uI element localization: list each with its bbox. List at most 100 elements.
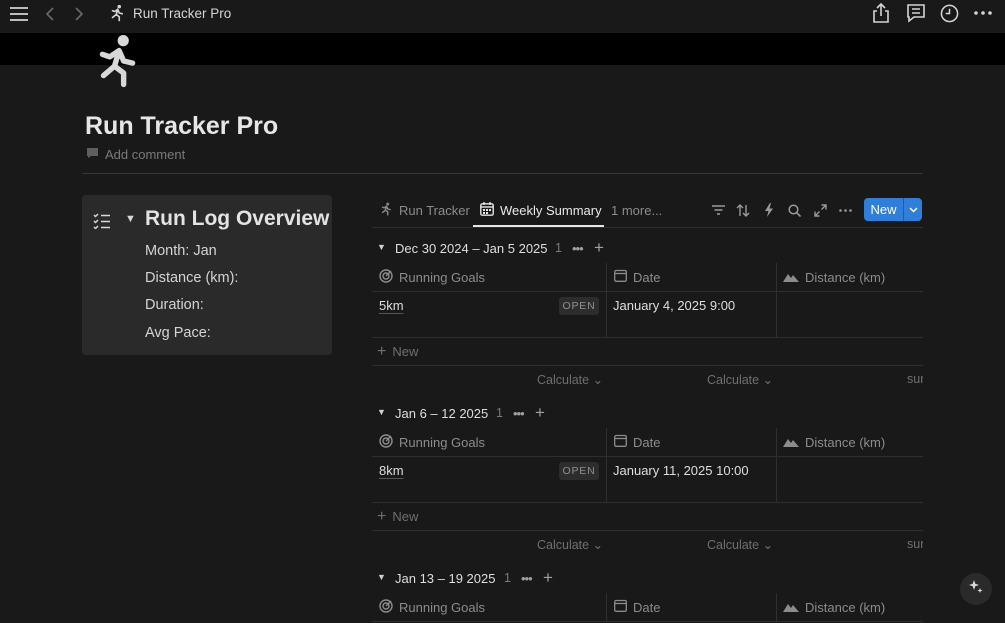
new-row-label: New (392, 344, 419, 359)
sum-label[interactable]: sur (907, 537, 923, 551)
sort-icon[interactable] (735, 202, 751, 218)
callout-title: Run Log Overview (145, 207, 330, 230)
column-distance[interactable]: Distance (km) (783, 428, 885, 456)
expand-icon[interactable] (812, 202, 828, 218)
column-distance[interactable]: Distance (km) (783, 263, 885, 291)
group-title[interactable]: Jan 6 – 12 2025 (395, 406, 488, 421)
view-options-icon[interactable] (837, 202, 853, 218)
group-more-icon[interactable]: ••• (521, 571, 533, 586)
table-row[interactable]: 8km OPEN January 11, 2025 10:00 (372, 457, 923, 503)
page-cover[interactable] (0, 33, 1005, 65)
mountain-icon (783, 435, 799, 450)
column-date[interactable]: Date (614, 428, 660, 456)
calculate-row: Calculate ⌄ Calculate ⌄ sur (372, 531, 923, 557)
back-icon[interactable] (43, 5, 57, 23)
group-more-icon[interactable]: ••• (513, 406, 525, 421)
active-tab-indicator (473, 225, 604, 227)
group-title[interactable]: Dec 30 2024 – Jan 5 2025 (395, 241, 548, 256)
column-running-goals[interactable]: Running Goals (379, 593, 485, 621)
table-header: Running Goals Date Distance (km) (372, 593, 923, 622)
calculate-date-button[interactable]: Calculate ⌄ (707, 537, 773, 552)
add-new-row[interactable]: + New (372, 503, 923, 531)
chevron-down-icon[interactable] (903, 198, 922, 221)
calculate-goal-button[interactable]: Calculate ⌄ (537, 537, 603, 552)
table-header: Running Goals Date Distance (km) (372, 428, 923, 457)
column-running-goals[interactable]: Running Goals (379, 428, 485, 456)
column-label: Date (633, 599, 661, 615)
calendar-icon (614, 599, 627, 615)
group-more-icon[interactable]: ••• (572, 241, 584, 256)
comment-icon (86, 147, 99, 162)
target-icon (379, 433, 393, 451)
toggle-caret-icon[interactable]: ▼ (125, 213, 136, 225)
calculate-date-button[interactable]: Calculate ⌄ (707, 372, 773, 387)
row-title[interactable]: 8km (379, 463, 404, 478)
calendar-icon (614, 269, 627, 285)
target-icon (379, 598, 393, 616)
row-title[interactable]: 5km (379, 298, 404, 313)
tab-run-tracker[interactable]: Run Tracker (379, 195, 470, 226)
tab-weekly-summary[interactable]: Weekly Summary (480, 195, 602, 226)
group-header: ▼ Jan 6 – 12 2025 1 ••• + (372, 403, 923, 424)
group-count: 1 (555, 241, 562, 255)
column-divider (776, 457, 777, 502)
sum-label[interactable]: sur (907, 372, 923, 386)
column-date[interactable]: Date (614, 263, 660, 291)
new-button-label[interactable]: New (864, 198, 903, 221)
table-row[interactable]: 5km OPEN January 4, 2025 9:00 (372, 292, 923, 338)
group-add-icon[interactable]: + (594, 238, 604, 258)
distance-line: Distance (km): (145, 270, 239, 286)
row-date[interactable]: January 11, 2025 10:00 (613, 463, 749, 478)
ai-assistant-button[interactable] (960, 573, 992, 605)
row-date[interactable]: January 4, 2025 9:00 (613, 298, 735, 313)
more-views-link[interactable]: 1 more... (611, 195, 662, 226)
add-new-row[interactable]: + New (372, 338, 923, 366)
plus-icon: + (377, 342, 387, 360)
mountain-icon (783, 600, 799, 615)
calculate-label: Calculate (707, 373, 760, 387)
column-divider (606, 428, 607, 456)
comments-icon[interactable] (905, 3, 927, 23)
filter-icon[interactable] (710, 202, 726, 218)
runner-icon (379, 202, 393, 219)
column-date[interactable]: Date (614, 593, 660, 621)
column-divider (606, 457, 607, 502)
group-header: ▼ Dec 30 2024 – Jan 5 2025 1 ••• + (372, 238, 923, 259)
calculate-goal-button[interactable]: Calculate ⌄ (537, 372, 603, 387)
group-title[interactable]: Jan 13 – 19 2025 (395, 571, 495, 586)
open-button[interactable]: OPEN (559, 462, 599, 480)
history-icon[interactable] (939, 3, 959, 23)
target-icon (379, 268, 393, 286)
group-caret-icon[interactable]: ▼ (377, 242, 386, 252)
menu-icon[interactable] (9, 5, 29, 23)
open-button[interactable]: OPEN (559, 297, 599, 315)
column-distance[interactable]: Distance (km) (783, 593, 885, 621)
group-add-icon[interactable]: + (543, 568, 553, 588)
page-runner-icon[interactable] (92, 34, 142, 93)
column-divider (776, 428, 777, 456)
run-log-callout: ▼ Run Log Overview Month: Jan Distance (… (82, 195, 332, 355)
group-caret-icon[interactable]: ▼ (377, 572, 386, 582)
new-row-label: New (392, 509, 419, 524)
add-comment-button[interactable]: Add comment (86, 147, 185, 162)
duration-line: Duration: (145, 297, 204, 313)
column-label: Date (633, 269, 661, 285)
column-divider (606, 263, 607, 291)
search-icon[interactable] (786, 202, 802, 218)
calculate-label: Calculate (537, 373, 590, 387)
calculate-label: Calculate (537, 538, 590, 552)
table-header: Running Goals Date Distance (km) (372, 263, 923, 292)
forward-icon[interactable] (72, 5, 86, 23)
group-add-icon[interactable]: + (535, 403, 545, 423)
checklist-icon[interactable] (93, 213, 111, 234)
column-running-goals[interactable]: Running Goals (379, 263, 485, 291)
breadcrumb-title[interactable]: Run Tracker Pro (133, 6, 231, 21)
group-caret-icon[interactable]: ▼ (377, 407, 386, 417)
calculate-label: Calculate (707, 538, 760, 552)
more-options-icon[interactable] (973, 5, 993, 21)
page-title[interactable]: Run Tracker Pro (85, 112, 278, 141)
column-divider (776, 292, 777, 337)
share-icon[interactable] (871, 2, 891, 24)
new-entry-button[interactable]: New (864, 198, 922, 221)
automation-icon[interactable] (761, 202, 777, 218)
